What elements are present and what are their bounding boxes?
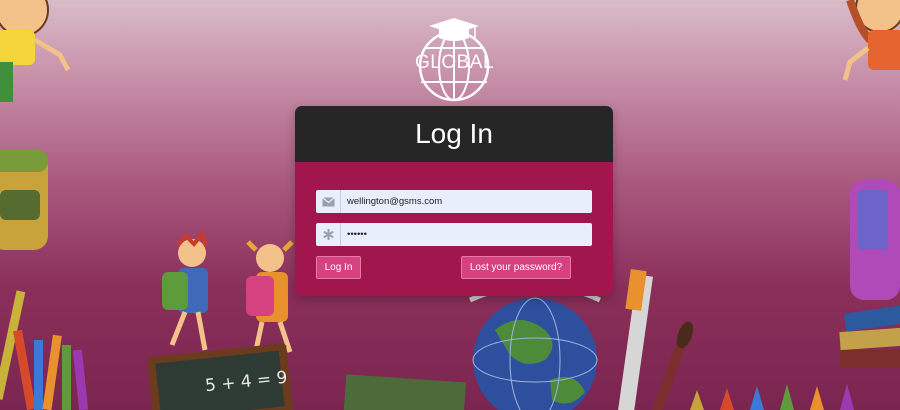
login-title: Log In xyxy=(295,106,613,162)
lost-password-button[interactable]: Lost your password? xyxy=(461,256,571,279)
login-button[interactable]: Log In xyxy=(316,256,361,279)
email-field xyxy=(316,190,592,213)
kid-top-right-illustration xyxy=(842,0,900,81)
kid-top-left-illustration xyxy=(0,0,71,102)
envelope-icon xyxy=(316,190,341,213)
logo-text: GLOBAL xyxy=(415,52,495,73)
asterisk-icon xyxy=(316,223,341,246)
password-input[interactable] xyxy=(341,224,592,245)
school-kids-illustration xyxy=(162,229,294,356)
logo: GLOBAL xyxy=(415,16,495,102)
backpack-left-illustration xyxy=(0,150,48,250)
email-input[interactable] xyxy=(341,191,592,212)
password-field xyxy=(316,223,592,246)
pencils-illustration xyxy=(690,384,854,410)
backpack-right-illustration xyxy=(850,180,900,300)
login-card: Log In Log I xyxy=(295,106,613,296)
paintbrush-illustration xyxy=(617,269,694,410)
globe-illustration xyxy=(468,282,602,410)
crayons-illustration xyxy=(0,290,89,410)
books-right-illustration xyxy=(839,305,900,368)
login-form: Log In Lost your password? xyxy=(295,162,613,296)
book-illustration xyxy=(343,374,467,410)
